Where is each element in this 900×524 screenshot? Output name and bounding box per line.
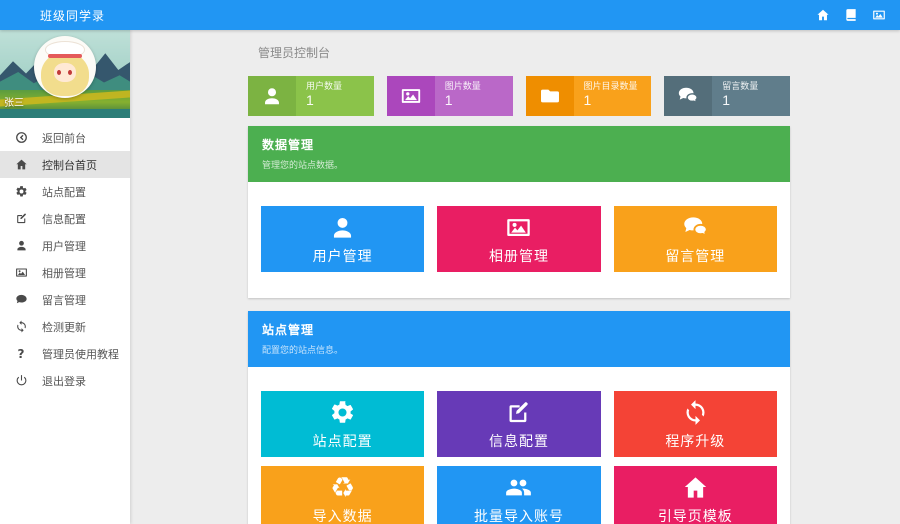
home-icon[interactable] <box>816 8 830 22</box>
users-icon <box>505 473 532 503</box>
sidebar-item-label: 控制台首页 <box>42 157 97 173</box>
profile-header: 张三 <box>0 30 130 118</box>
tile-info-config[interactable]: 信息配置 <box>437 391 600 457</box>
sidebar-item-logout[interactable]: 退出登录 <box>0 367 130 394</box>
panel-data-management: 数据管理 管理您的站点数据。 用户管理 相册管理 留言管理 <box>248 126 790 298</box>
tile-program-upgrade[interactable]: 程序升级 <box>614 391 777 457</box>
panel-header: 站点管理 配置您的站点信息。 <box>248 311 790 367</box>
tile-label: 留言管理 <box>665 246 725 266</box>
arrow-circle-left-icon <box>0 131 42 144</box>
sidebar-item-label: 用户管理 <box>42 238 86 254</box>
tile-label: 用户管理 <box>313 246 373 266</box>
book-icon[interactable] <box>844 8 858 22</box>
sidebar-item-label: 退出登录 <box>42 373 86 389</box>
image-icon <box>505 213 532 243</box>
tile-label: 批量导入账号 <box>474 506 564 524</box>
sidebar-item-console-home[interactable]: 控制台首页 <box>0 151 130 178</box>
topbar-icons <box>816 8 900 22</box>
panel-site-management: 站点管理 配置您的站点信息。 站点配置 信息配置 程序升级 <box>248 311 790 524</box>
stat-value: 1 <box>306 92 342 109</box>
stat-card-messages: 留言数量 1 <box>664 76 790 116</box>
question-icon: ? <box>0 348 42 360</box>
edit-icon <box>0 212 42 225</box>
water <box>0 109 130 118</box>
panel-body: 用户管理 相册管理 留言管理 <box>248 182 790 298</box>
tile-site-config[interactable]: 站点配置 <box>261 391 424 457</box>
stat-value: 1 <box>584 92 638 109</box>
sidebar-menu: 返回前台 控制台首页 站点配置 信息配置 用户管理 相册管理 留言管理 检测更 <box>0 118 130 394</box>
page-title: 管理员控制台 <box>248 30 790 76</box>
image-icon <box>0 266 42 279</box>
sidebar-item-label: 站点配置 <box>42 184 86 200</box>
user-icon <box>248 76 296 116</box>
stat-card-photos: 图片数量 1 <box>387 76 513 116</box>
gear-icon <box>0 185 42 198</box>
avatar <box>34 36 96 98</box>
sidebar-item-label: 信息配置 <box>42 211 86 227</box>
stat-card-photo-dirs: 图片目录数量 1 <box>526 76 652 116</box>
tile-album-management[interactable]: 相册管理 <box>437 206 600 272</box>
stat-label: 图片数量 <box>445 81 481 92</box>
panel-subtitle: 配置您的站点信息。 <box>262 343 776 356</box>
stat-value: 1 <box>445 92 481 109</box>
tile-label: 相册管理 <box>489 246 549 266</box>
topbar: 班级同学录 <box>0 0 900 30</box>
tile-label: 站点配置 <box>313 431 373 451</box>
sidebar-item-label: 留言管理 <box>42 292 86 308</box>
stat-label: 用户数量 <box>306 81 342 92</box>
sidebar-item-check-update[interactable]: 检测更新 <box>0 313 130 340</box>
sidebar-item-user-management[interactable]: 用户管理 <box>0 232 130 259</box>
tile-guide-page-template[interactable]: 引导页模板 <box>614 466 777 524</box>
refresh-icon <box>0 320 42 333</box>
home-icon <box>682 473 709 503</box>
panel-body: 站点配置 信息配置 程序升级 ♻ 导入数据 <box>248 367 790 524</box>
panel-subtitle: 管理您的站点数据。 <box>262 158 776 171</box>
edit-icon <box>505 398 532 428</box>
main-content: 管理员控制台 用户数量 1 图片数量 1 图片目录数量 <box>130 30 900 524</box>
panel-title: 站点管理 <box>262 321 776 338</box>
panel-title: 数据管理 <box>262 136 776 153</box>
comments-icon <box>682 213 709 243</box>
refresh-icon <box>682 398 709 428</box>
sidebar-item-message-management[interactable]: 留言管理 <box>0 286 130 313</box>
stat-card-users: 用户数量 1 <box>248 76 374 116</box>
user-icon <box>0 239 42 252</box>
sidebar-item-label: 管理员使用教程 <box>42 346 119 362</box>
sidebar-item-label: 相册管理 <box>42 265 86 281</box>
home-icon <box>0 158 42 171</box>
user-icon <box>329 213 356 243</box>
sidebar-item-admin-tutorial[interactable]: ? 管理员使用教程 <box>0 340 130 367</box>
tile-user-management[interactable]: 用户管理 <box>261 206 424 272</box>
comment-icon <box>0 293 42 306</box>
sidebar-item-site-config[interactable]: 站点配置 <box>0 178 130 205</box>
sidebar-item-label: 返回前台 <box>42 130 86 146</box>
tile-label: 引导页模板 <box>658 506 733 524</box>
sidebar: 张三 返回前台 控制台首页 站点配置 信息配置 用户管理 相册管理 留言管 <box>0 30 130 524</box>
tile-label: 程序升级 <box>665 431 725 451</box>
app-title: 班级同学录 <box>0 7 105 24</box>
panel-header: 数据管理 管理您的站点数据。 <box>248 126 790 182</box>
tile-message-management[interactable]: 留言管理 <box>614 206 777 272</box>
recycle-icon: ♻ <box>330 473 355 503</box>
tile-label: 导入数据 <box>313 506 373 524</box>
sidebar-item-album-management[interactable]: 相册管理 <box>0 259 130 286</box>
comments-icon <box>664 76 712 116</box>
stat-value: 1 <box>722 92 758 109</box>
sidebar-item-info-config[interactable]: 信息配置 <box>0 205 130 232</box>
image-icon <box>387 76 435 116</box>
tile-batch-import-accounts[interactable]: 批量导入账号 <box>437 466 600 524</box>
stat-label: 图片目录数量 <box>584 81 638 92</box>
stat-label: 留言数量 <box>722 81 758 92</box>
folder-icon <box>526 76 574 116</box>
sidebar-item-return-frontend[interactable]: 返回前台 <box>0 124 130 151</box>
tile-label: 信息配置 <box>489 431 549 451</box>
power-icon <box>0 374 42 387</box>
image-icon[interactable] <box>872 8 886 22</box>
gear-icon <box>329 398 356 428</box>
profile-name: 张三 <box>4 94 24 109</box>
tile-import-data[interactable]: ♻ 导入数据 <box>261 466 424 524</box>
sidebar-item-label: 检测更新 <box>42 319 86 335</box>
stat-cards-row: 用户数量 1 图片数量 1 图片目录数量 1 <box>248 76 790 116</box>
